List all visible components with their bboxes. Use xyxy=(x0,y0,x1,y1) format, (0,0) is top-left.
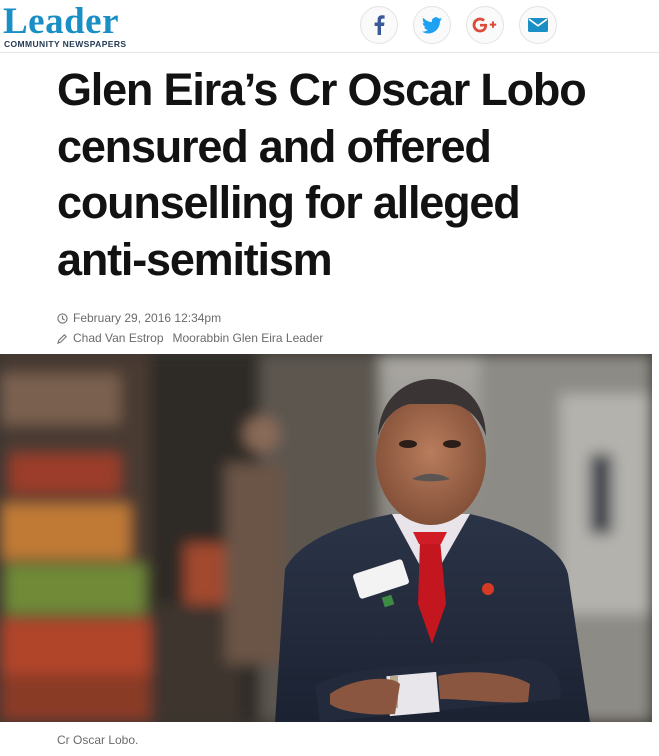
headline-line: counselling for alleged xyxy=(57,177,521,228)
publish-date-row: February 29, 2016 12:34pm xyxy=(57,308,323,328)
twitter-share-button[interactable] xyxy=(413,6,451,44)
author-link[interactable]: Chad Van Estrop xyxy=(73,331,164,345)
google-plus-share-button[interactable] xyxy=(466,6,504,44)
twitter-icon xyxy=(422,16,442,33)
clock-icon xyxy=(57,312,68,324)
publish-date: February 29, 2016 12:34pm xyxy=(73,311,222,325)
publication-link[interactable]: Moorabbin Glen Eira Leader xyxy=(173,331,324,345)
logo-subtitle: COMMUNITY NEWSPAPERS xyxy=(4,39,127,49)
pen-icon xyxy=(57,333,67,344)
image-caption: Cr Oscar Lobo. xyxy=(57,733,139,747)
article-hero-image xyxy=(0,354,652,722)
article-headline: Glen Eira’s Cr Oscar Lobo censured and o… xyxy=(57,62,632,288)
logo-wordmark: Leader xyxy=(3,1,120,42)
councillor-photo xyxy=(0,354,652,722)
site-header: Leader COMMUNITY NEWSPAPERS xyxy=(0,0,659,53)
email-share-button[interactable] xyxy=(519,6,557,44)
headline-line: Glen Eira’s Cr Oscar Lobo xyxy=(57,64,587,115)
share-buttons xyxy=(360,6,557,44)
email-icon xyxy=(528,18,548,32)
site-logo[interactable]: Leader COMMUNITY NEWSPAPERS xyxy=(3,3,126,49)
google-plus-icon xyxy=(472,17,497,33)
headline-line: anti-semitism xyxy=(57,233,333,285)
facebook-icon xyxy=(374,15,385,35)
article-meta: February 29, 2016 12:34pm Chad Van Estro… xyxy=(57,308,323,348)
byline-row: Chad Van Estrop Moorabbin Glen Eira Lead… xyxy=(57,328,323,348)
facebook-share-button[interactable] xyxy=(360,6,398,44)
headline-line: censured and offered xyxy=(57,120,492,172)
